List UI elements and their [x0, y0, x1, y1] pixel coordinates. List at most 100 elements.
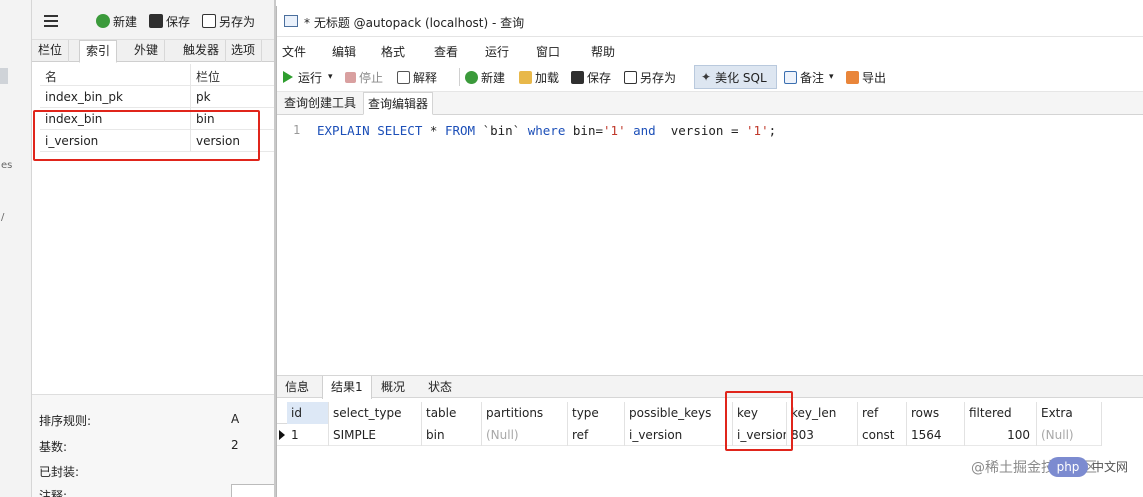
cell-ref[interactable]: const: [858, 424, 907, 446]
index-row[interactable]: index_bin_pk pk: [40, 86, 276, 108]
column-header-extra[interactable]: Extra: [1037, 402, 1102, 424]
column-header-id[interactable]: id: [287, 402, 329, 424]
menu-help[interactable]: 帮助: [591, 43, 615, 60]
sql-token: *: [422, 123, 445, 138]
sql-editor[interactable]: 1 EXPLAIN SELECT * FROM `bin` where bin=…: [277, 115, 1143, 375]
strip-text: /: [1, 212, 5, 223]
column-header-ref[interactable]: ref: [858, 402, 907, 424]
run-button[interactable]: 运行 ▾: [282, 69, 333, 85]
tab-foreign-keys[interactable]: 外键: [128, 40, 166, 62]
stop-button[interactable]: 停止: [345, 69, 383, 85]
cell-filtered[interactable]: 100: [965, 424, 1037, 446]
folder-icon: [519, 70, 532, 84]
save-query-label: 保存: [587, 70, 612, 85]
dropdown-arrow-icon[interactable]: ▾: [328, 72, 333, 82]
comment-button[interactable]: 备注 ▾: [784, 69, 834, 85]
column-header-filtered[interactable]: filtered: [965, 402, 1037, 424]
highlight-box: [33, 110, 260, 161]
load-label: 加载: [535, 70, 560, 85]
column-header-key-len[interactable]: key_len: [787, 402, 858, 424]
new-query-button[interactable]: 新建: [465, 69, 505, 85]
add-icon: [465, 70, 478, 84]
save-icon: [571, 70, 584, 84]
column-header-rows[interactable]: rows: [907, 402, 965, 424]
add-icon: [96, 14, 110, 28]
play-icon: [283, 71, 293, 83]
save-as-button[interactable]: 另存为: [202, 12, 255, 30]
beautify-sql-button[interactable]: ✦ 美化 SQL: [701, 69, 767, 85]
menu-button[interactable]: [44, 12, 58, 30]
save-as-icon: [624, 70, 637, 84]
toolbar-divider: [459, 68, 460, 86]
window-title: * 无标题 @autopack (localhost) - 查询: [304, 16, 525, 30]
php-logo: php: [1048, 457, 1088, 477]
cardinality-value: 2: [231, 438, 239, 452]
dropdown-arrow-icon[interactable]: ▾: [829, 72, 834, 82]
column-header-possible-keys[interactable]: possible_keys: [625, 402, 733, 424]
cell-possible-keys[interactable]: i_version: [625, 424, 733, 446]
line-number: 1: [293, 123, 301, 137]
column-header-select-type[interactable]: select_type: [329, 402, 422, 424]
sql-token: FROM: [444, 123, 476, 138]
cell-extra[interactable]: (Null): [1037, 424, 1102, 446]
tab-profile[interactable]: 概况: [373, 376, 413, 398]
tab-triggers[interactable]: 触发器: [177, 40, 227, 62]
tab-query-builder[interactable]: 查询创建工具: [280, 92, 360, 115]
column-header-type[interactable]: type: [568, 402, 625, 424]
comment-field[interactable]: [231, 484, 276, 497]
load-button[interactable]: 加载: [519, 69, 559, 85]
new-label: 新建: [113, 14, 138, 29]
save-as-label: 另存为: [219, 14, 256, 29]
query-window-icon: [284, 15, 298, 27]
cardinality-label: 基数:: [39, 440, 68, 454]
sql-token: version =: [655, 123, 747, 138]
explain-button[interactable]: 解释: [397, 69, 437, 85]
result-grid: id select_type table partitions type possible…: [277, 402, 1102, 446]
sql-statement[interactable]: EXPLAIN SELECT * FROM `bin` where bin='1…: [317, 123, 776, 138]
column-header-table[interactable]: table: [422, 402, 482, 424]
table-row[interactable]: 1 SIMPLE bin (Null) ref i_version i_version 803…: [277, 424, 1102, 446]
tab-result1[interactable]: 结果1: [322, 376, 372, 399]
menu-bar: 文件 编辑 格式 查看 运行 窗口 帮助: [277, 37, 1143, 62]
table-designer-panel: 新建 保存 另存为 栏位 索引 外键 触发器 选项 名 栏位 index_bin…: [32, 0, 276, 497]
cell-select-type[interactable]: SIMPLE: [329, 424, 422, 446]
save-query-button[interactable]: 保存: [571, 69, 611, 85]
tab-fields[interactable]: 栏位: [32, 40, 70, 62]
menu-edit[interactable]: 编辑: [332, 43, 356, 60]
menu-file[interactable]: 文件: [282, 43, 306, 60]
export-icon: [846, 70, 859, 84]
designer-tabs: 栏位 索引 外键 触发器 选项: [32, 40, 276, 63]
tab-options[interactable]: 选项: [225, 40, 263, 62]
save-as-query-label: 另存为: [640, 70, 677, 85]
menu-run[interactable]: 运行: [485, 43, 509, 60]
tab-indexes[interactable]: 索引: [79, 40, 118, 63]
menu-format[interactable]: 格式: [381, 43, 405, 60]
cell-rows[interactable]: 1564: [907, 424, 965, 446]
cell-table[interactable]: bin: [422, 424, 482, 446]
beautify-label: 美化 SQL: [715, 70, 767, 85]
index-field[interactable]: pk: [196, 90, 211, 104]
cell-key-len[interactable]: 803: [787, 424, 858, 446]
menu-view[interactable]: 查看: [434, 43, 458, 60]
menu-window[interactable]: 窗口: [536, 43, 560, 60]
stop-label: 停止: [359, 70, 384, 85]
site-label: 中文网: [1092, 460, 1129, 474]
export-button[interactable]: 导出: [846, 69, 886, 85]
cell-type[interactable]: ref: [568, 424, 625, 446]
cell-id[interactable]: 1: [287, 424, 329, 446]
new-button[interactable]: 新建: [96, 12, 137, 30]
sql-token: '1': [746, 123, 769, 138]
save-button[interactable]: 保存: [149, 12, 190, 30]
explain-icon: [397, 70, 410, 84]
side-strip: es /: [0, 0, 32, 497]
cell-partitions[interactable]: (Null): [482, 424, 568, 446]
tab-query-editor[interactable]: 查询编辑器: [363, 92, 434, 115]
tab-status[interactable]: 状态: [420, 376, 460, 398]
column-header-partitions[interactable]: partitions: [482, 402, 568, 424]
save-as-query-button[interactable]: 另存为: [624, 69, 676, 85]
index-name[interactable]: index_bin_pk: [45, 90, 123, 104]
magic-wand-icon: ✦: [701, 70, 712, 84]
collation-label: 排序规则:: [39, 414, 92, 428]
tab-info[interactable]: 信息: [277, 376, 317, 398]
current-row-arrow-icon: [279, 430, 285, 440]
